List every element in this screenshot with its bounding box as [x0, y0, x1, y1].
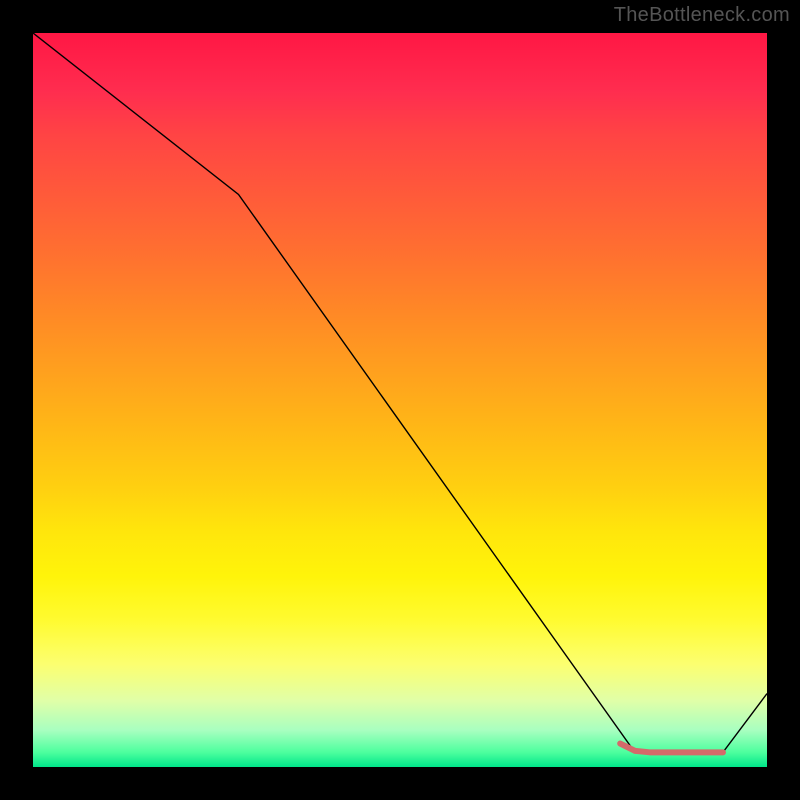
- chart-overlay: [33, 33, 767, 767]
- bottleneck-curve: [33, 33, 767, 752]
- optimal-region-marker: [620, 744, 723, 753]
- watermark-text: TheBottleneck.com: [614, 4, 790, 27]
